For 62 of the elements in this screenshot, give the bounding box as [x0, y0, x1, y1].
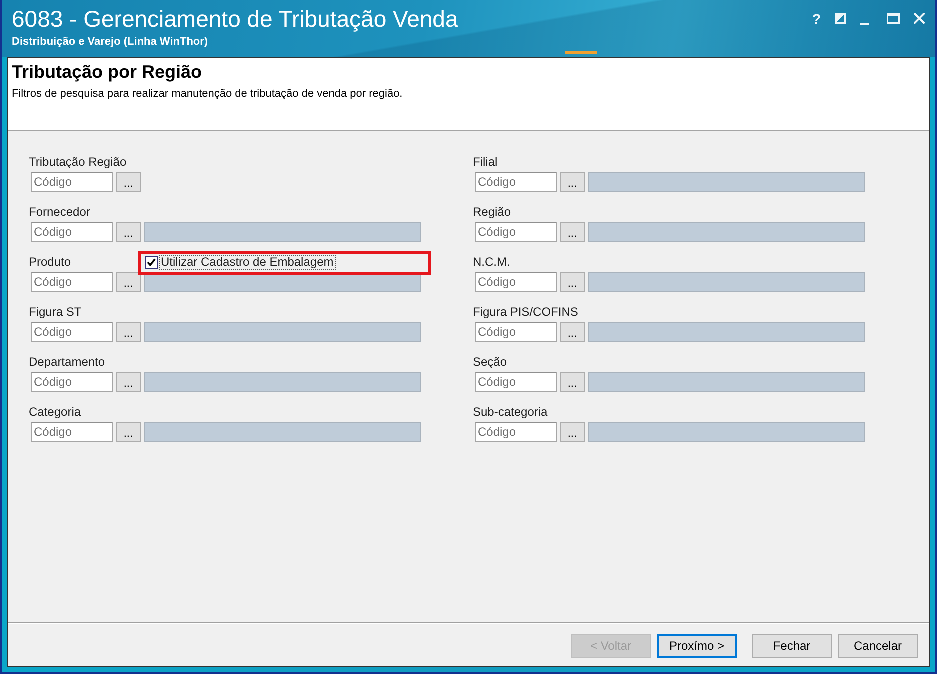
navigation-button[interactable]: Proxímo >: [657, 634, 737, 658]
field-label: Figura PIS/COFINS: [473, 305, 578, 320]
accent-line: [565, 51, 597, 54]
close-icon[interactable]: [914, 13, 925, 24]
field-label: Região: [473, 205, 512, 220]
field-label: Filial: [473, 155, 498, 170]
lookup-button[interactable]: ...: [116, 222, 141, 242]
window-subtitle: Distribuição e Varejo (Linha WinThor): [12, 36, 208, 49]
description-field[interactable]: [588, 222, 865, 242]
code-field[interactable]: Código: [31, 272, 113, 292]
code-field[interactable]: Código: [475, 372, 557, 392]
code-field[interactable]: Código: [475, 222, 557, 242]
field-label: Sub-categoria: [473, 405, 548, 420]
code-field[interactable]: Código: [31, 372, 113, 392]
help-button[interactable]: ?: [812, 12, 821, 26]
description-field[interactable]: [588, 322, 865, 342]
lookup-button[interactable]: ...: [116, 322, 141, 342]
code-field[interactable]: Código: [475, 272, 557, 292]
field-label: Departamento: [29, 355, 106, 370]
dialog-button[interactable]: Fechar: [752, 634, 832, 658]
lookup-button[interactable]: ...: [560, 422, 585, 442]
description-field[interactable]: [144, 322, 421, 342]
lookup-button[interactable]: ...: [560, 272, 585, 292]
code-field[interactable]: Código: [475, 172, 557, 192]
code-field[interactable]: Código: [31, 222, 113, 242]
field-label: Produto: [29, 255, 72, 270]
code-field[interactable]: Código: [475, 322, 557, 342]
checkbox[interactable]: [145, 256, 158, 269]
field-label: N.C.M.: [473, 255, 510, 270]
field-label: Tributação Região: [29, 155, 127, 170]
code-field[interactable]: Código: [31, 322, 113, 342]
field-label: Categoria: [29, 405, 82, 420]
lookup-button[interactable]: ...: [560, 172, 585, 192]
maximize-icon[interactable]: [887, 13, 900, 24]
window-title: 6083 - Gerenciamento de Tributação Venda: [12, 5, 458, 33]
field-label: Fornecedor: [29, 205, 90, 220]
description-field[interactable]: [588, 372, 865, 392]
lookup-button[interactable]: ...: [560, 372, 585, 392]
description-field[interactable]: [588, 172, 865, 192]
code-field[interactable]: Código: [475, 422, 557, 442]
minimize-icon[interactable]: [860, 23, 869, 25]
lookup-button[interactable]: ...: [116, 422, 141, 442]
checkbox-label[interactable]: Utilizar Cadastro de Embalagem: [159, 255, 336, 270]
code-field[interactable]: Código: [31, 172, 113, 192]
description-field[interactable]: [144, 372, 421, 392]
field-label: Figura ST: [29, 305, 82, 320]
description-field[interactable]: [144, 422, 421, 442]
description-field[interactable]: [144, 222, 421, 242]
dialog-button[interactable]: Cancelar: [838, 634, 918, 658]
page-title: Tributação por Região: [12, 61, 202, 83]
code-field[interactable]: Código: [31, 422, 113, 442]
lookup-button[interactable]: ...: [116, 372, 141, 392]
lookup-button[interactable]: ...: [116, 272, 141, 292]
description-field[interactable]: [588, 272, 865, 292]
lookup-button[interactable]: ...: [116, 172, 141, 192]
description-field[interactable]: [588, 422, 865, 442]
description-field[interactable]: [144, 272, 421, 292]
page-description: Filtros de pesquisa para realizar manutenção de tributação de venda por região.: [12, 87, 403, 101]
contrast-icon[interactable]: [835, 13, 846, 24]
field-label: Seção: [473, 355, 508, 370]
lookup-button[interactable]: ...: [560, 222, 585, 242]
lookup-button[interactable]: ...: [560, 322, 585, 342]
